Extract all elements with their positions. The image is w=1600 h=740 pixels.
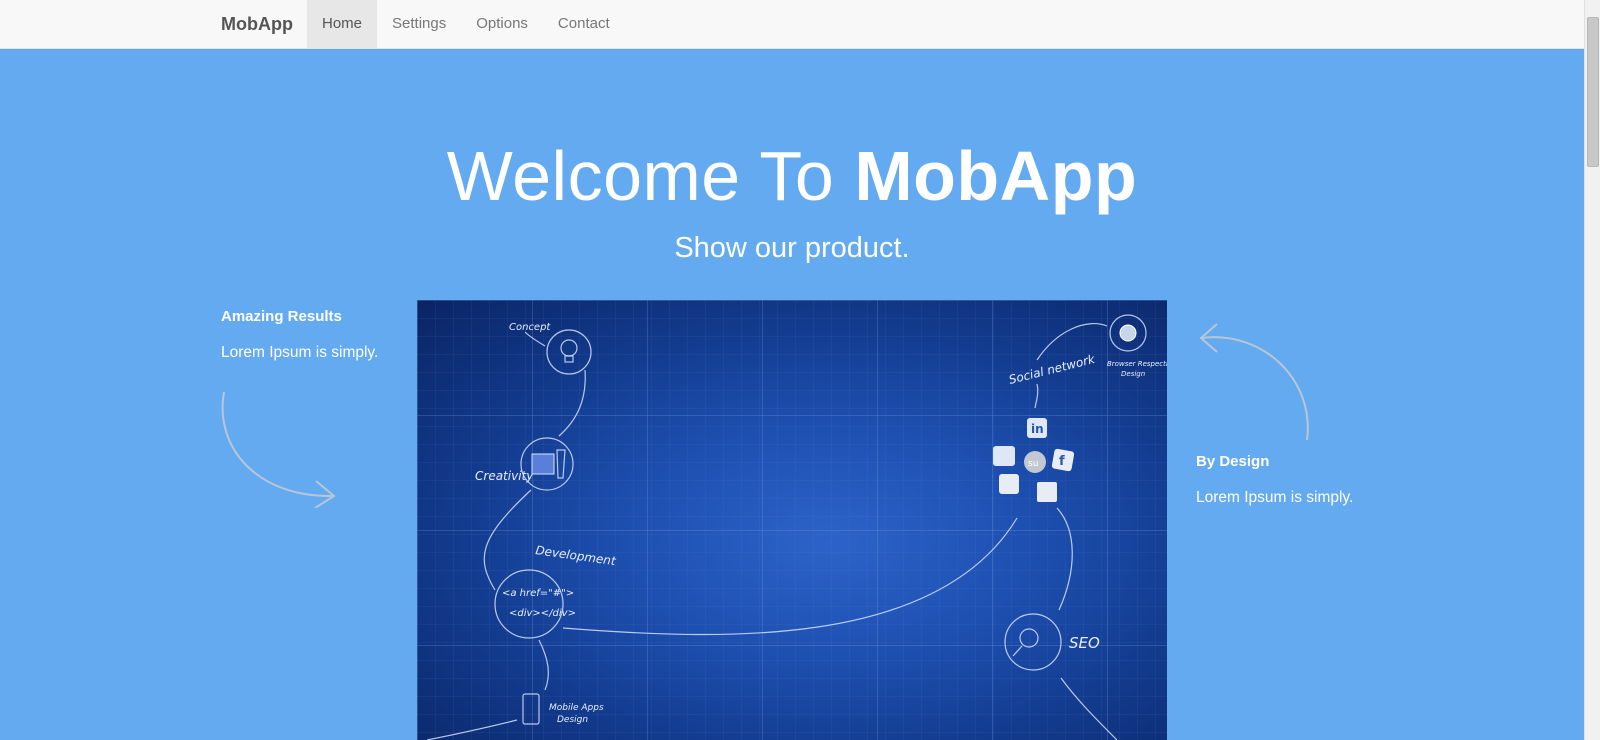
curved-arrow-right-icon <box>221 391 336 508</box>
browser-icon <box>1119 324 1137 342</box>
facebook-icon-text: f <box>1059 454 1065 469</box>
nav-item-options[interactable]: Options <box>461 0 543 48</box>
code-line-2: <div></div> <box>509 608 576 619</box>
label-browser-line1: Browser Respective <box>1107 360 1167 368</box>
hero-title: Welcome To MobApp <box>0 136 1584 216</box>
nav-item-home[interactable]: Home <box>307 0 378 48</box>
nav-item-contact[interactable]: Contact <box>543 0 625 48</box>
feature-text: Lorem Ipsum is simply. <box>221 344 379 361</box>
nav-menu: Home Settings Options Contact <box>307 0 625 48</box>
code-line-1: <a href="#"> <box>502 588 574 599</box>
label-mobile-line2: Design <box>557 715 588 725</box>
feature-title: Amazing Results <box>221 308 342 325</box>
blueprint-sketch: Concept Creativity Development <a href="… <box>417 300 1167 740</box>
stumbleupon-icon-text: su <box>1028 459 1038 469</box>
label-concept: Concept <box>509 322 551 333</box>
twitter-icon <box>999 474 1019 494</box>
delicious-icon <box>1037 482 1057 502</box>
label-browser-line2: Design <box>1121 370 1145 378</box>
nav-item-settings[interactable]: Settings <box>377 0 461 48</box>
product-illustration: Concept Creativity Development <a href="… <box>417 300 1167 740</box>
feature-amazing-results: Amazing Results Lorem Ipsum is simply. <box>221 308 378 362</box>
feature-text: Lorem Ipsum is simply. <box>1196 489 1354 506</box>
feature-by-design: By Design Lorem Ipsum is simply. <box>1196 453 1353 507</box>
label-seo: SEO <box>1069 634 1100 652</box>
feature-title: By Design <box>1196 453 1270 470</box>
label-creativity: Creativity <box>475 469 534 483</box>
scrollbar-thumb[interactable] <box>1587 17 1599 167</box>
hero-title-bold: MobApp <box>854 137 1138 215</box>
flickr-icon <box>993 446 1015 466</box>
label-mobile-line1: Mobile Apps <box>549 703 604 713</box>
hero-subtitle: Show our product. <box>674 232 910 264</box>
scrollbar[interactable] <box>1584 0 1600 740</box>
navbar: MobApp Home Settings Options Contact <box>0 0 1584 49</box>
hero-title-light: Welcome To <box>446 137 855 215</box>
brand-logo[interactable]: MobApp <box>221 0 293 48</box>
curved-arrow-left-icon <box>1199 323 1309 441</box>
linkedin-icon-text: in <box>1031 422 1044 436</box>
